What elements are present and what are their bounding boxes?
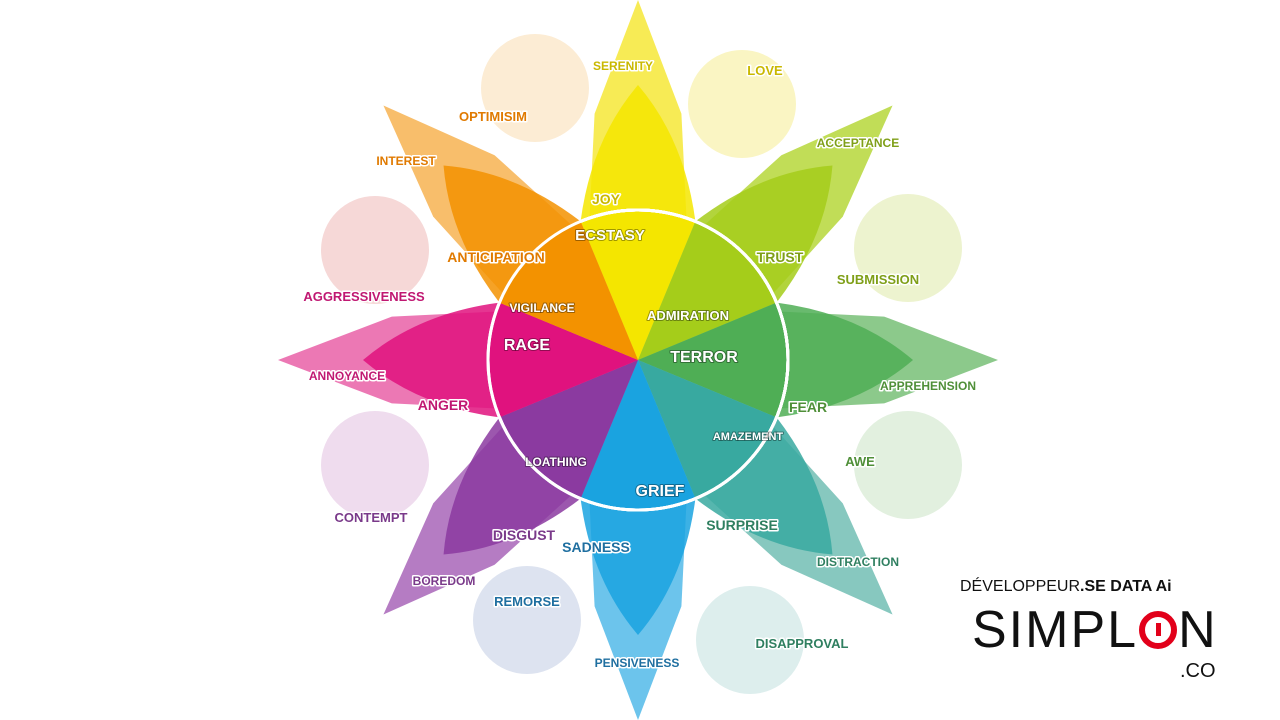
- label-inner-emotion: ECSTASY: [575, 227, 645, 244]
- label-outer-emotion: BOREDOM: [413, 574, 476, 588]
- label-inner-emotion: ADMIRATION: [647, 308, 729, 323]
- label-inner-emotion: TERROR: [670, 349, 738, 366]
- logo-text-end: N: [1178, 601, 1218, 659]
- dyad-circle: [321, 411, 429, 519]
- label-dyad-emotion: CONTEMPT: [335, 510, 408, 525]
- logo-domain: .CO: [1180, 660, 1216, 682]
- dyad-circle: [473, 566, 581, 674]
- label-mid-emotion: JOY: [592, 191, 621, 207]
- tagline-prefix: DÉVELOPPEUR: [960, 578, 1081, 595]
- label-outer-emotion: ACCEPTANCE: [817, 136, 899, 150]
- label-mid-emotion: ANGER: [418, 397, 469, 413]
- label-mid-emotion: SADNESS: [562, 539, 630, 555]
- label-dyad-emotion: REMORSE: [494, 594, 560, 609]
- label-inner-emotion: AMAZEMENT: [713, 431, 784, 443]
- label-outer-emotion: INTEREST: [376, 154, 436, 168]
- power-o-icon: [1139, 611, 1178, 649]
- simplon-branding: DÉVELOPPEUR.SE DATA Ai SIMPL N .CO: [960, 578, 1260, 688]
- label-dyad-emotion: LOVE: [747, 63, 783, 78]
- label-mid-emotion: FEAR: [789, 399, 827, 415]
- label-outer-emotion: ANNOYANCE: [309, 369, 385, 383]
- label-inner-emotion: LOATHING: [525, 455, 587, 469]
- label-outer-emotion: DISTRACTION: [817, 555, 899, 569]
- label-outer-emotion: APPREHENSION: [880, 379, 976, 393]
- label-dyad-emotion: AWE: [845, 454, 875, 469]
- simplon-logo: SIMPL N: [972, 604, 1218, 656]
- label-mid-emotion: SURPRISE: [706, 517, 778, 533]
- label-inner-emotion: VIGILANCE: [509, 301, 574, 315]
- dyad-circle: [321, 196, 429, 304]
- logo-text-start: SIMPL: [972, 601, 1139, 659]
- label-inner-emotion: RAGE: [504, 337, 551, 354]
- label-mid-emotion: DISGUST: [493, 527, 556, 543]
- tagline-suffix: .SE DATA Ai: [1080, 578, 1172, 595]
- dyad-circle: [481, 34, 589, 142]
- label-mid-emotion: TRUST: [757, 249, 804, 265]
- label-outer-emotion: PENSIVENESS: [595, 656, 680, 670]
- label-mid-emotion: ANTICIPATION: [447, 249, 544, 265]
- label-dyad-emotion: DISAPPROVAL: [756, 636, 849, 651]
- label-dyad-emotion: AGGRESSIVENESS: [303, 289, 425, 304]
- wheel-petals: [278, 0, 998, 720]
- label-outer-emotion: SERENITY: [593, 59, 653, 73]
- label-inner-emotion: GRIEF: [636, 483, 685, 500]
- label-dyad-emotion: OPTIMISIM: [459, 109, 527, 124]
- program-tagline: DÉVELOPPEUR.SE DATA Ai: [960, 578, 1172, 596]
- label-dyad-emotion: SUBMISSION: [837, 272, 919, 287]
